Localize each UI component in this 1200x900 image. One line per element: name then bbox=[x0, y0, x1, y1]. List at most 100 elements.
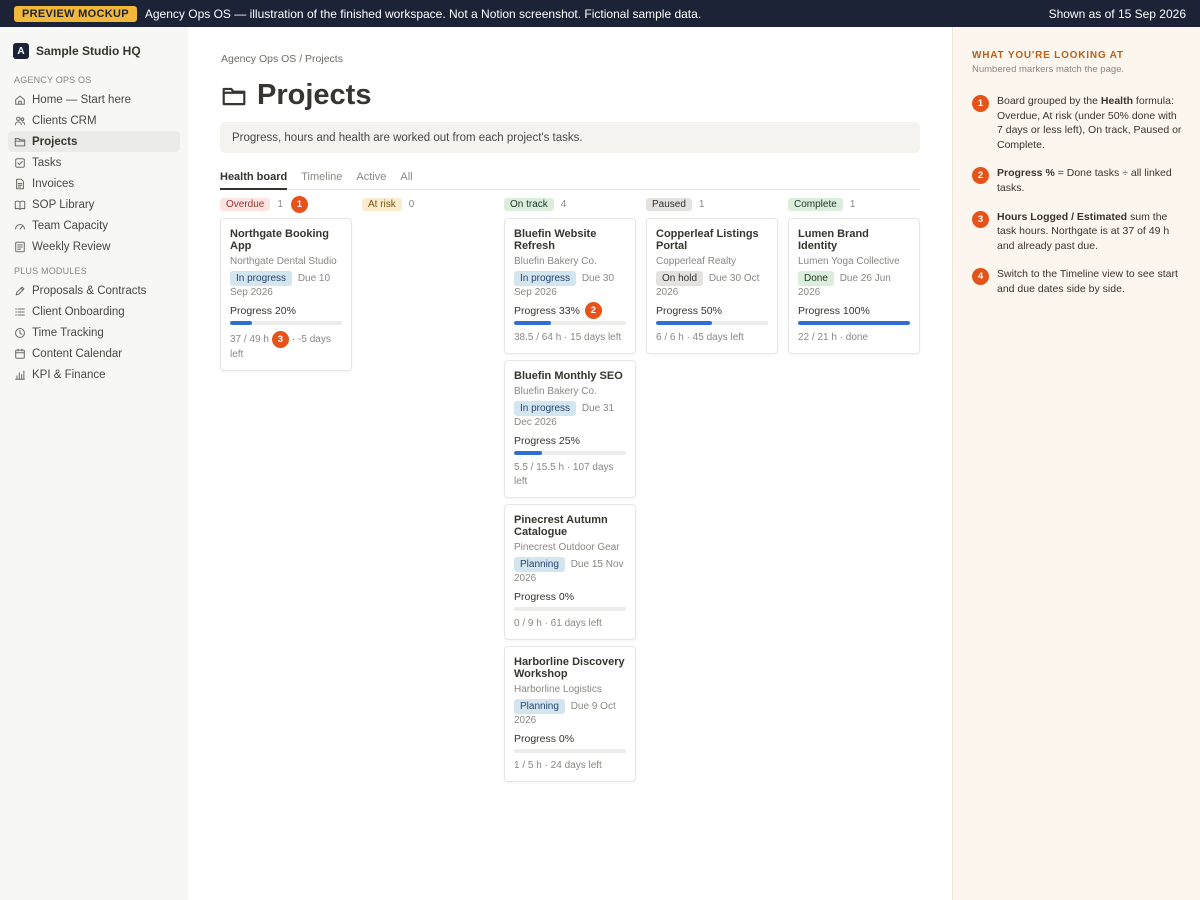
column-header: Complete 1 bbox=[788, 196, 920, 212]
progress-bar bbox=[798, 321, 910, 325]
banner-as-of: Shown as of 15 Sep 2026 bbox=[1048, 6, 1186, 21]
progress-bar bbox=[514, 607, 626, 611]
sidebar-item-label: Content Calendar bbox=[32, 347, 123, 360]
project-card[interactable]: Bluefin Monthly SEO Bluefin Bakery Co. I… bbox=[504, 360, 636, 498]
board-column-on-track: On track 4 Bluefin Website Refresh Bluef… bbox=[504, 196, 636, 788]
sidebar-item-content-calendar[interactable]: Content Calendar bbox=[8, 343, 180, 364]
sidebar-item-team-capacity[interactable]: Team Capacity bbox=[8, 215, 180, 236]
card-client: Bluefin Bakery Co. bbox=[514, 386, 597, 397]
marker-3: 3 bbox=[972, 210, 989, 228]
card-client: Pinecrest Outdoor Gear bbox=[514, 542, 620, 553]
card-status-row: In progress Due 10 Sep 2026 bbox=[230, 271, 342, 299]
card-progress-row: Progress 0% bbox=[514, 731, 626, 746]
project-card[interactable]: Northgate Booking App Northgate Dental S… bbox=[220, 218, 352, 371]
column-count: 4 bbox=[560, 198, 567, 210]
column-count: 1 bbox=[698, 198, 705, 210]
guide-item: 4 Switch to the Timeline view to see sta… bbox=[972, 267, 1182, 296]
hours-text: 37 / 49 h bbox=[230, 334, 269, 346]
column-header: On track 4 bbox=[504, 196, 636, 212]
sidebar-item-kpi-finance[interactable]: KPI & Finance bbox=[8, 364, 180, 385]
guide-title: WHAT YOU'RE LOOKING AT bbox=[972, 50, 1124, 61]
progress-label: Progress 25% bbox=[514, 434, 580, 447]
board-column-complete: Complete 1 Lumen Brand Identity Lumen Yo… bbox=[788, 196, 920, 360]
breadcrumb[interactable]: Agency Ops OS / Projects bbox=[221, 53, 343, 65]
card-title: Bluefin Monthly SEO bbox=[514, 370, 623, 382]
marker-3: 3 bbox=[271, 331, 289, 348]
card-status-row: On hold Due 30 Oct 2026 bbox=[656, 271, 768, 299]
card-hours: 0 / 9 h · 61 days left bbox=[514, 618, 602, 629]
project-card[interactable]: Lumen Brand Identity Lumen Yoga Collecti… bbox=[788, 218, 920, 354]
card-title: Harborline Discovery Workshop bbox=[514, 656, 625, 680]
card-title: Bluefin Website Refresh bbox=[514, 228, 597, 252]
gauge-icon bbox=[14, 220, 26, 232]
card-progress-row: Progress 50% bbox=[656, 303, 768, 318]
progress-fill bbox=[514, 451, 542, 455]
card-progress-row: Progress 25% bbox=[514, 433, 626, 448]
sidebar-item-sop-library[interactable]: SOP Library bbox=[8, 194, 180, 215]
card-status-row: Planning Due 15 Nov 2026 bbox=[514, 557, 626, 585]
tab-health-board[interactable]: Health board bbox=[220, 169, 288, 190]
sidebar-item-label: SOP Library bbox=[32, 198, 95, 211]
main-content: Agency Ops OS / Projects Projects Progre… bbox=[188, 27, 952, 900]
marker-1: 1 bbox=[972, 95, 989, 112]
card-status-row: Done Due 26 Jun 2026 bbox=[798, 271, 910, 299]
guide-text-bold: Health bbox=[1100, 95, 1134, 107]
sidebar-item-projects[interactable]: Projects bbox=[8, 131, 180, 152]
guide-text-pre: Switch to the Timeline view to see start… bbox=[997, 268, 1178, 295]
tab-active[interactable]: Active bbox=[356, 169, 386, 190]
guide-item: 3 Hours Logged / Estimated sum the task … bbox=[972, 210, 1182, 254]
card-status-row: Planning Due 9 Oct 2026 bbox=[514, 699, 626, 727]
sidebar-item-label: Clients CRM bbox=[32, 114, 97, 127]
nav-list-agency: Home — Start here Clients CRM Projects T… bbox=[8, 89, 180, 257]
sidebar-item-home-start-here[interactable]: Home — Start here bbox=[8, 89, 180, 110]
sidebar-item-proposals-contracts[interactable]: Proposals & Contracts bbox=[8, 280, 180, 301]
progress-bar bbox=[656, 321, 768, 325]
column-tag[interactable]: At risk bbox=[362, 197, 402, 211]
project-card[interactable]: Bluefin Website Refresh Bluefin Bakery C… bbox=[504, 218, 636, 354]
guide-text-bold: Progress % bbox=[997, 167, 1055, 180]
sidebar-item-client-onboarding[interactable]: Client Onboarding bbox=[8, 301, 180, 322]
progress-label: Progress 100% bbox=[798, 304, 870, 317]
guide-list: 1 Board grouped by the Health formula: O… bbox=[972, 94, 1182, 297]
column-header: Overdue 1 1 bbox=[220, 195, 352, 213]
sidebar-item-label: Invoices bbox=[32, 177, 75, 190]
sidebar-item-label: Tasks bbox=[32, 156, 62, 169]
sidebar-item-time-tracking[interactable]: Time Tracking bbox=[8, 322, 180, 343]
list-icon bbox=[14, 241, 26, 253]
sidebar-item-weekly-review[interactable]: Weekly Review bbox=[8, 236, 180, 257]
workspace-switcher[interactable]: A Sample Studio HQ bbox=[8, 41, 180, 61]
sidebar-item-invoices[interactable]: Invoices bbox=[8, 173, 180, 194]
marker-2: 2 bbox=[972, 167, 989, 185]
view-tabs: Health board Timeline Active All bbox=[220, 169, 920, 190]
marker-2: 2 bbox=[584, 302, 602, 319]
sidebar-item-clients-crm[interactable]: Clients CRM bbox=[8, 110, 180, 131]
progress-fill bbox=[514, 321, 551, 325]
folder-icon bbox=[14, 136, 26, 148]
guide-text-pre: Board grouped by the bbox=[997, 95, 1101, 107]
project-card[interactable]: Harborline Discovery Workshop Harborline… bbox=[504, 646, 636, 782]
board-column-at-risk: At risk 0 bbox=[362, 196, 494, 218]
guide-text: Board grouped by the Health formula: Ove… bbox=[997, 94, 1182, 152]
project-card[interactable]: Copperleaf Listings Portal Copperleaf Re… bbox=[646, 218, 778, 354]
marker-4: 4 bbox=[972, 268, 989, 286]
column-tag[interactable]: Complete bbox=[788, 197, 843, 211]
card-client: Northgate Dental Studio bbox=[230, 256, 337, 267]
column-tag[interactable]: Overdue bbox=[220, 197, 271, 211]
project-card[interactable]: Pinecrest Autumn Catalogue Pinecrest Out… bbox=[504, 504, 636, 640]
card-status-row: In progress Due 30 Sep 2026 bbox=[514, 271, 626, 299]
progress-fill bbox=[230, 321, 253, 325]
card-title: Copperleaf Listings Portal bbox=[656, 228, 759, 252]
checkbox-icon bbox=[14, 157, 26, 169]
tab-timeline[interactable]: Timeline bbox=[301, 169, 342, 190]
preview-pill: PREVIEW MOCKUP bbox=[14, 5, 137, 22]
card-title: Lumen Brand Identity bbox=[798, 228, 869, 252]
guide-panel: WHAT YOU'RE LOOKING AT Numbered markers … bbox=[952, 27, 1200, 900]
sidebar-item-label: Team Capacity bbox=[32, 219, 109, 232]
sidebar-item-tasks[interactable]: Tasks bbox=[8, 152, 180, 173]
tab-all[interactable]: All bbox=[400, 169, 412, 190]
column-tag[interactable]: Paused bbox=[646, 197, 692, 211]
card-progress-row: Progress 33% 2 bbox=[514, 302, 626, 319]
column-tag[interactable]: On track bbox=[504, 197, 554, 211]
card-progress-row: Progress 20% bbox=[230, 303, 342, 318]
board-column-overdue: Overdue 1 1 Northgate Booking App Northg… bbox=[220, 195, 352, 377]
